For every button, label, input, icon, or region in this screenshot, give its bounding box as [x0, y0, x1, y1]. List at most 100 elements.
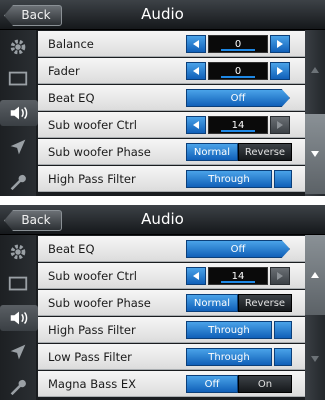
left-arrow-icon [193, 67, 199, 75]
right-arrow-icon [277, 272, 283, 280]
left-arrow-icon [193, 272, 199, 280]
beat-eq-value[interactable]: Off [186, 89, 290, 107]
list-item: Sub woofer Phase Normal Reverse [38, 290, 305, 316]
settings-list: Balance 0 Fader 0 Beat EQ Off Sub woofer… [38, 31, 305, 196]
list-item: Low Pass Filter Through [38, 344, 305, 370]
phase-toggle: Normal Reverse [186, 143, 292, 161]
right-arrow-icon [277, 67, 283, 75]
list-item: Sub woofer Ctrl 14 [38, 112, 305, 138]
right-arrow-icon [277, 121, 283, 129]
down-arrow-icon [311, 151, 319, 157]
display-icon[interactable] [4, 66, 32, 92]
gear-icon[interactable] [4, 34, 32, 60]
audio-screen-top: Back Audio Balance 0 Fader 0 Beat EQ Off… [0, 0, 325, 196]
row-label: High Pass Filter [48, 323, 136, 337]
left-arrow-icon [193, 121, 199, 129]
scroll-up-button[interactable] [305, 30, 325, 110]
phase-normal-option[interactable]: Normal [186, 143, 238, 161]
phase-toggle: Normal Reverse [186, 294, 292, 312]
beat-eq-value[interactable]: Off [186, 240, 290, 258]
row-label: Beat EQ [48, 91, 95, 105]
beat-eq-selector[interactable]: Off [186, 89, 292, 107]
scroll-down-button[interactable] [305, 114, 325, 194]
list-item: Magna Bass EX Off On [38, 371, 305, 397]
gear-icon[interactable] [4, 239, 32, 265]
display-icon[interactable] [4, 271, 32, 297]
list-item: Sub woofer Phase Normal Reverse [38, 139, 305, 165]
magna-bass-off-option[interactable]: Off [186, 375, 238, 393]
value-display: 0 [208, 35, 268, 53]
high-pass-selector: Through [186, 321, 292, 339]
wrench-icon[interactable] [4, 168, 32, 194]
page-title: Audio [141, 5, 184, 23]
increase-button[interactable] [270, 35, 290, 53]
high-pass-value[interactable]: Through [186, 170, 272, 188]
up-arrow-icon [311, 272, 319, 278]
row-label: Magna Bass EX [48, 377, 136, 391]
speaker-icon[interactable] [0, 100, 38, 126]
navigation-icon[interactable] [4, 339, 32, 365]
down-arrow-icon [311, 356, 319, 362]
decrease-button[interactable] [186, 116, 206, 134]
list-item: Fader 0 [38, 58, 305, 84]
scrollbar [305, 30, 325, 196]
decrease-button[interactable] [186, 267, 206, 285]
row-label: Sub woofer Ctrl [48, 269, 137, 283]
beat-eq-selector[interactable]: Off [186, 240, 292, 258]
low-pass-selector: Through [186, 348, 292, 366]
list-item: Beat EQ Off [38, 85, 305, 111]
row-label: High Pass Filter [48, 172, 136, 186]
scroll-up-button[interactable] [305, 235, 325, 315]
decrease-button[interactable] [186, 62, 206, 80]
list-item: High Pass Filter Through [38, 166, 305, 192]
page-title: Audio [141, 210, 184, 228]
list-item: Beat EQ Off [38, 236, 305, 262]
row-label: Beat EQ [48, 242, 95, 256]
row-label: Sub woofer Phase [48, 145, 151, 159]
wrench-icon[interactable] [4, 373, 32, 399]
sidebar [0, 30, 38, 196]
decrease-button[interactable] [186, 35, 206, 53]
list-item: High Pass Filter Through [38, 317, 305, 343]
row-label: Sub woofer Phase [48, 296, 151, 310]
magna-bass-toggle: Off On [186, 375, 292, 393]
list-item: Balance 0 [38, 31, 305, 57]
fader-stepper: 0 [186, 62, 292, 80]
row-label: Low Pass Filter [48, 350, 132, 364]
high-pass-next-button[interactable] [274, 170, 292, 188]
value-display: 14 [208, 116, 268, 134]
header-bar: Back Audio [0, 0, 325, 30]
high-pass-next-button[interactable] [274, 321, 292, 339]
increase-button[interactable] [270, 116, 290, 134]
right-arrow-icon [277, 40, 283, 48]
up-arrow-icon [311, 67, 319, 73]
sub-woofer-stepper: 14 [186, 116, 292, 134]
navigation-icon[interactable] [4, 134, 32, 160]
phase-normal-option[interactable]: Normal [186, 294, 238, 312]
phase-reverse-option[interactable]: Reverse [238, 294, 292, 312]
balance-stepper: 0 [186, 35, 292, 53]
speaker-icon[interactable] [0, 305, 38, 331]
value-display: 0 [208, 62, 268, 80]
audio-screen-bottom: Back Audio Beat EQ Off Sub woofer Ctrl 1… [0, 205, 325, 400]
header-bar: Back Audio [0, 205, 325, 235]
high-pass-value[interactable]: Through [186, 321, 272, 339]
scrollbar [305, 235, 325, 400]
scroll-down-button[interactable] [305, 319, 325, 399]
high-pass-selector: Through [186, 170, 292, 188]
increase-button[interactable] [270, 62, 290, 80]
left-arrow-icon [193, 40, 199, 48]
value-display: 14 [208, 267, 268, 285]
settings-list: Beat EQ Off Sub woofer Ctrl 14 Sub woofe… [38, 236, 305, 400]
sub-woofer-stepper: 14 [186, 267, 292, 285]
magna-bass-on-option[interactable]: On [238, 375, 292, 393]
row-label: Fader [48, 64, 80, 78]
row-label: Sub woofer Ctrl [48, 118, 137, 132]
sidebar [0, 235, 38, 400]
increase-button[interactable] [270, 267, 290, 285]
phase-reverse-option[interactable]: Reverse [238, 143, 292, 161]
low-pass-next-button[interactable] [274, 348, 292, 366]
low-pass-value[interactable]: Through [186, 348, 272, 366]
list-item: Sub woofer Ctrl 14 [38, 263, 305, 289]
row-label: Balance [48, 37, 94, 51]
